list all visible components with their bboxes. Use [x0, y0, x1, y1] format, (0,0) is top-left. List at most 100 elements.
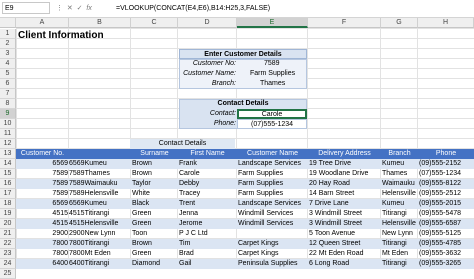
- key-cell[interactable]: 4515Helensville: [69, 219, 130, 229]
- customer-no-cell[interactable]: 6569: [16, 199, 68, 209]
- key-cell[interactable]: 6400Titirangi: [69, 259, 130, 269]
- address-cell[interactable]: 19 Tree Drive: [309, 159, 381, 169]
- customer-name-cell[interactable]: Carpet Kings: [238, 239, 308, 249]
- address-cell[interactable]: 20 Hay Road: [309, 179, 381, 189]
- customer-no-cell[interactable]: 2900: [16, 229, 68, 239]
- row-header[interactable]: 25: [0, 269, 16, 279]
- customer-name-cell[interactable]: Windmill Services: [238, 209, 308, 219]
- key-cell[interactable]: 7589Waimauku: [69, 179, 130, 189]
- phone-cell[interactable]: (09)555-5125: [419, 229, 474, 239]
- row-header[interactable]: 4: [0, 59, 16, 69]
- column-header-d[interactable]: D: [178, 18, 237, 28]
- surname-cell[interactable]: Green: [132, 209, 178, 219]
- phone-cell[interactable]: (09)555-2512: [419, 189, 474, 199]
- surname-cell[interactable]: Diamond: [132, 259, 178, 269]
- row-header[interactable]: 24: [0, 259, 16, 269]
- row-header[interactable]: 15: [0, 169, 16, 179]
- customer-no-cell[interactable]: 7589: [16, 189, 68, 199]
- address-cell[interactable]: 14 Barn Street: [309, 189, 381, 199]
- column-header-c[interactable]: C: [131, 18, 178, 28]
- surname-cell[interactable]: Taylor: [132, 179, 178, 189]
- row-header[interactable]: 2: [0, 39, 16, 49]
- phone-value-cell[interactable]: (07)555-1234: [237, 119, 307, 129]
- customer-no-cell[interactable]: 7589: [16, 179, 68, 189]
- key-cell[interactable]: 7589Helensville: [69, 189, 130, 199]
- row-header[interactable]: 5: [0, 69, 16, 79]
- phone-cell[interactable]: (09)555-8122: [419, 179, 474, 189]
- first-name-cell[interactable]: Frank: [179, 159, 237, 169]
- row-header[interactable]: 1: [0, 29, 16, 39]
- customer-name-cell[interactable]: Landscape Services: [238, 159, 308, 169]
- key-cell[interactable]: 6569Kumeu: [69, 199, 130, 209]
- th-customer-no[interactable]: Customer No.: [16, 149, 69, 159]
- customer-no-cell[interactable]: 7800: [16, 239, 68, 249]
- surname-cell[interactable]: Black: [132, 199, 178, 209]
- branch-cell[interactable]: Titirangi: [382, 209, 418, 219]
- column-header-g[interactable]: G: [381, 18, 418, 28]
- customer-name-input[interactable]: Farm Supplies: [250, 69, 295, 79]
- phone-cell[interactable]: (09)555-4785: [419, 239, 474, 249]
- branch-cell[interactable]: New Lynn: [382, 229, 418, 239]
- row-header[interactable]: 7: [0, 89, 16, 99]
- row-header[interactable]: 14: [0, 159, 16, 169]
- th-phone[interactable]: Phone: [418, 149, 474, 159]
- first-name-cell[interactable]: Jenna: [179, 209, 237, 219]
- first-name-cell[interactable]: Gail: [179, 259, 237, 269]
- customer-name-cell[interactable]: Carpet Kings: [238, 249, 308, 259]
- branch-input[interactable]: Thames: [260, 79, 285, 89]
- phone-cell[interactable]: (09)555-2152: [419, 159, 474, 169]
- surname-cell[interactable]: Green: [132, 249, 178, 259]
- surname-cell[interactable]: Toon: [132, 229, 178, 239]
- row-header[interactable]: 3: [0, 49, 16, 59]
- address-cell[interactable]: 5 Toon Avenue: [309, 229, 381, 239]
- customer-no-cell[interactable]: 4515: [16, 209, 68, 219]
- column-header-f[interactable]: F: [308, 18, 381, 28]
- phone-cell[interactable]: (09)555-3265: [419, 259, 474, 269]
- first-name-cell[interactable]: Jerome: [179, 219, 237, 229]
- branch-cell[interactable]: Thames: [382, 169, 418, 179]
- branch-cell[interactable]: Waimauku: [382, 179, 418, 189]
- row-header[interactable]: 12: [0, 139, 16, 149]
- customer-name-cell[interactable]: Windmill Services: [238, 219, 308, 229]
- customer-no-cell[interactable]: 6400: [16, 259, 68, 269]
- branch-cell[interactable]: Titirangi: [382, 239, 418, 249]
- customer-name-cell[interactable]: Farm Supplies: [238, 179, 308, 189]
- key-cell[interactable]: 4515Titirangi: [69, 209, 130, 219]
- customer-name-cell[interactable]: Farm Supplies: [238, 189, 308, 199]
- column-header-e[interactable]: E: [237, 18, 308, 28]
- address-cell[interactable]: 19 Woodlane Drive: [309, 169, 381, 179]
- first-name-cell[interactable]: Trent: [179, 199, 237, 209]
- address-cell[interactable]: 3 Windmill Street: [309, 209, 381, 219]
- customer-no-cell[interactable]: 7589: [16, 169, 68, 179]
- row-header[interactable]: 8: [0, 99, 16, 109]
- first-name-cell[interactable]: Tim: [179, 239, 237, 249]
- first-name-cell[interactable]: Tracey: [179, 189, 237, 199]
- row-header[interactable]: 11: [0, 129, 16, 139]
- branch-cell[interactable]: Kumeu: [382, 159, 418, 169]
- th-surname[interactable]: Surname: [131, 149, 178, 159]
- customer-no-input[interactable]: 7589: [264, 59, 280, 69]
- row-header[interactable]: 19: [0, 209, 16, 219]
- row-header[interactable]: 18: [0, 199, 16, 209]
- select-all-corner[interactable]: [0, 18, 16, 28]
- address-cell[interactable]: 7 Drive Lane: [309, 199, 381, 209]
- column-header-b[interactable]: B: [69, 18, 131, 28]
- row-header[interactable]: 13: [0, 149, 16, 159]
- address-cell[interactable]: 12 Queen Street: [309, 239, 381, 249]
- branch-cell[interactable]: Helensville: [382, 189, 418, 199]
- customer-name-cell[interactable]: Farm Supplies: [238, 169, 308, 179]
- first-name-cell[interactable]: Brad: [179, 249, 237, 259]
- first-name-cell[interactable]: Debby: [179, 179, 237, 189]
- branch-cell[interactable]: Kumeu: [382, 199, 418, 209]
- phone-cell[interactable]: (09)555-6587: [419, 219, 474, 229]
- address-cell[interactable]: 22 Mt Eden Road: [309, 249, 381, 259]
- key-cell[interactable]: 7589Thames: [69, 169, 130, 179]
- row-header[interactable]: 23: [0, 249, 16, 259]
- row-header[interactable]: 6: [0, 79, 16, 89]
- branch-cell[interactable]: Titirangi: [382, 259, 418, 269]
- key-cell[interactable]: 6569Kumeu: [69, 159, 130, 169]
- row-header[interactable]: 22: [0, 239, 16, 249]
- th-key[interactable]: [69, 149, 131, 159]
- address-cell[interactable]: 3 Windmill Street: [309, 219, 381, 229]
- surname-cell[interactable]: Brown: [132, 169, 178, 179]
